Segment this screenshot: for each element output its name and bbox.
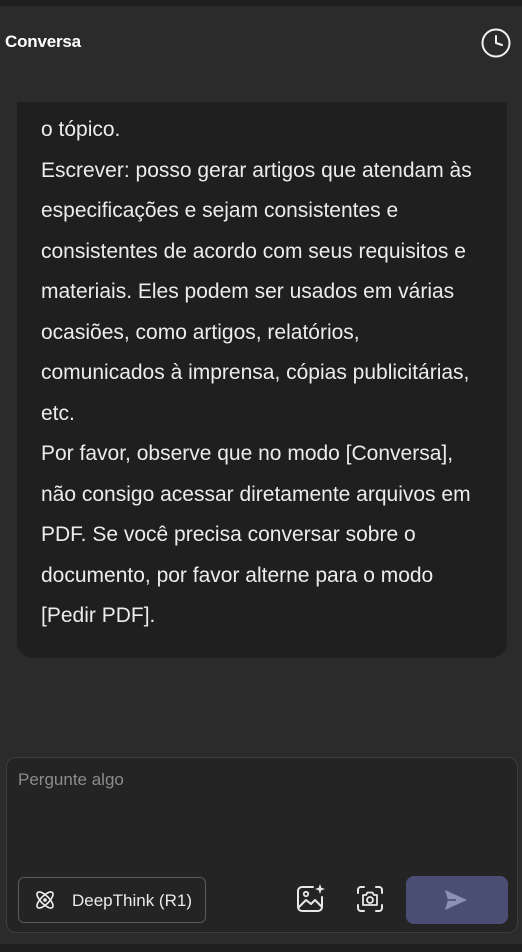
header: Conversa	[0, 6, 522, 80]
page-title: Conversa	[5, 32, 81, 51]
message-input[interactable]	[18, 770, 508, 870]
clock-icon	[481, 28, 511, 58]
message-paragraph: Escrever: posso gerar artigos que atenda…	[41, 158, 472, 425]
atom-icon	[36, 891, 54, 909]
camera-icon	[357, 886, 383, 912]
send-icon	[445, 890, 467, 910]
assistant-message: o tópico. Escrever: posso gerar artigos …	[17, 102, 507, 658]
history-button[interactable]	[480, 27, 512, 59]
send-button[interactable]	[406, 876, 508, 924]
image-sparkle-icon	[297, 884, 325, 912]
message-paragraph: o tópico.	[41, 118, 121, 141]
app-screen: Conversa o tópico. Escrever: posso gerar…	[0, 0, 522, 952]
deepthink-button[interactable]: DeepThink (R1)	[18, 877, 206, 923]
camera-button[interactable]	[353, 882, 387, 916]
deepthink-label: DeepThink (R1)	[72, 891, 192, 910]
image-upload-button[interactable]	[294, 882, 328, 916]
composer: DeepThink (R1)	[6, 757, 518, 933]
navigation-bar-strip	[0, 944, 522, 952]
message-text: o tópico. Escrever: posso gerar artigos …	[41, 110, 487, 637]
message-paragraph: Por favor, observe que no modo [Conversa…	[41, 442, 471, 627]
